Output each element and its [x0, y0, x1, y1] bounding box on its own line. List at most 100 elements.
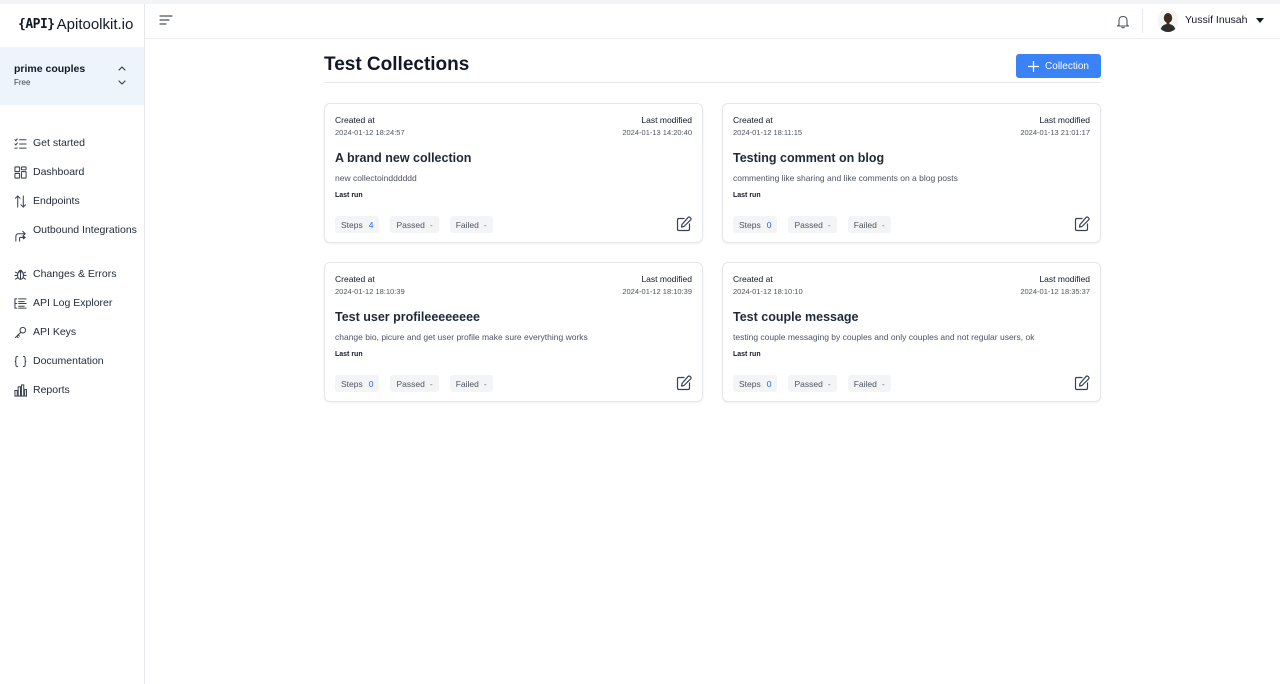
passed-badge: Passed -	[788, 216, 837, 233]
modified-value: 2024-01-12 18:35:37	[1020, 287, 1090, 296]
last-run-label: Last run	[733, 351, 761, 358]
key-icon	[14, 326, 27, 339]
passed-badge: Passed -	[788, 375, 837, 392]
chevron-up-down-icon	[118, 66, 126, 85]
created-value: 2024-01-12 18:24:57	[335, 128, 405, 137]
bug-icon	[14, 269, 27, 280]
passed-label: Passed	[396, 378, 425, 389]
stats-row: Steps 0 Passed - Failed -	[733, 375, 902, 392]
sidebar-item-documentation[interactable]: Documentation	[14, 354, 140, 369]
collection-title[interactable]: Test couple message	[733, 310, 859, 324]
sidebar-item-get-started[interactable]: Get started	[14, 136, 140, 151]
stats-row: Steps 4 Passed - Failed -	[335, 216, 504, 233]
passed-badge: Passed -	[390, 216, 439, 233]
failed-label: Failed	[455, 378, 479, 389]
steps-badge: Steps 0	[733, 375, 778, 392]
edit-icon[interactable]	[1074, 375, 1090, 391]
collection-card[interactable]: Created at 2024-01-12 18:10:10 Last modi…	[722, 262, 1101, 402]
steps-badge: Steps 0	[335, 375, 380, 392]
failed-value: -	[483, 378, 487, 389]
sidebar-item-reports[interactable]: Reports	[14, 383, 140, 398]
modified-value: 2024-01-13 21:01:17	[1020, 128, 1090, 137]
modified-label: Last modified	[1039, 274, 1090, 284]
created-label: Created at	[335, 274, 375, 284]
steps-count: 0	[766, 378, 772, 389]
collection-description: change bio, picure and get user profile …	[335, 332, 588, 342]
bell-icon[interactable]	[1116, 14, 1130, 29]
created-value: 2024-01-12 18:11:15	[733, 128, 803, 137]
top-bar: Yussif Inusah	[145, 4, 1280, 39]
created-label: Created at	[733, 274, 773, 284]
list-tree-icon	[14, 298, 27, 309]
collection-title[interactable]: A brand new collection	[335, 151, 471, 165]
failed-label: Failed	[853, 378, 877, 389]
steps-badge: Steps 0	[733, 216, 778, 233]
plus-icon	[1028, 60, 1040, 72]
passed-label: Passed	[794, 219, 823, 230]
page-title: Test Collections	[324, 54, 470, 75]
modified-label: Last modified	[641, 274, 692, 284]
sidebar-item-label: Changes & Errors	[33, 268, 117, 280]
add-collection-button[interactable]: Collection	[1016, 54, 1101, 78]
collection-description: commenting like sharing and like comment…	[733, 173, 958, 183]
passed-value: -	[429, 219, 433, 230]
logo-brace: {API}	[18, 16, 55, 32]
sidebar-item-label: Dashboard	[33, 166, 85, 178]
caret-down-icon[interactable]	[1256, 18, 1264, 24]
sidebar-item-changes-errors[interactable]: Changes & Errors	[14, 267, 140, 282]
steps-count: 0	[368, 378, 374, 389]
sidebar-item-api-keys[interactable]: API Keys	[14, 325, 140, 340]
failed-value: -	[881, 219, 885, 230]
sidebar-item-label: Outbound Integrations	[33, 224, 137, 236]
collection-description: new collectoindddddd	[335, 173, 417, 183]
failed-label: Failed	[455, 219, 479, 230]
passed-badge: Passed -	[390, 375, 439, 392]
collection-card[interactable]: Created at 2024-01-12 18:10:39 Last modi…	[324, 262, 703, 402]
steps-label: Steps	[739, 219, 761, 230]
failed-value: -	[483, 219, 487, 230]
edit-icon[interactable]	[1074, 216, 1090, 232]
failed-badge: Failed -	[847, 216, 891, 233]
sidebar-item-outbound-integrations[interactable]: Outbound Integrations	[14, 223, 140, 243]
list-check-icon	[14, 138, 27, 149]
stats-row: Steps 0 Passed - Failed -	[733, 216, 902, 233]
modified-label: Last modified	[641, 115, 692, 125]
avatar[interactable]	[1158, 10, 1178, 32]
stats-row: Steps 0 Passed - Failed -	[335, 375, 504, 392]
created-label: Created at	[335, 115, 375, 125]
sidebar-item-dashboard[interactable]: Dashboard	[14, 165, 140, 180]
title-divider	[324, 82, 1101, 83]
arrows-swap-icon	[14, 195, 27, 208]
collection-card[interactable]: Created at 2024-01-12 18:24:57 Last modi…	[324, 103, 703, 243]
edit-icon[interactable]	[676, 216, 692, 232]
created-value: 2024-01-12 18:10:10	[733, 287, 803, 296]
steps-label: Steps	[739, 378, 761, 389]
project-switcher[interactable]: prime couples Free	[0, 47, 144, 105]
modified-value: 2024-01-12 18:10:39	[622, 287, 692, 296]
project-name: prime couples	[14, 63, 86, 75]
modified-label: Last modified	[1039, 115, 1090, 125]
menu-toggle-icon[interactable]	[159, 14, 173, 26]
sidebar-item-label: Reports	[33, 384, 70, 396]
failed-value: -	[881, 378, 885, 389]
collection-title[interactable]: Testing comment on blog	[733, 151, 884, 165]
passed-label: Passed	[794, 378, 823, 389]
sidebar-item-api-log-explorer[interactable]: API Log Explorer	[14, 296, 140, 311]
passed-value: -	[429, 378, 433, 389]
edit-icon[interactable]	[676, 375, 692, 391]
sidebar: {API} Apitoolkit.io prime couples Free G…	[0, 4, 145, 684]
sidebar-item-endpoints[interactable]: Endpoints	[14, 194, 140, 209]
steps-count: 0	[766, 219, 772, 230]
user-name[interactable]: Yussif Inusah	[1185, 14, 1247, 26]
passed-value: -	[827, 378, 831, 389]
collection-title[interactable]: Test user profileeeeeeee	[335, 310, 480, 324]
steps-label: Steps	[341, 219, 363, 230]
app-logo[interactable]: {API} Apitoolkit.io	[18, 14, 133, 34]
modified-value: 2024-01-13 14:20:40	[622, 128, 692, 137]
last-run-label: Last run	[335, 192, 363, 199]
created-label: Created at	[733, 115, 773, 125]
collection-card[interactable]: Created at 2024-01-12 18:11:15 Last modi…	[722, 103, 1101, 243]
sidebar-item-label: API Log Explorer	[33, 297, 113, 309]
grid-icon	[14, 166, 27, 179]
steps-count: 4	[368, 219, 374, 230]
